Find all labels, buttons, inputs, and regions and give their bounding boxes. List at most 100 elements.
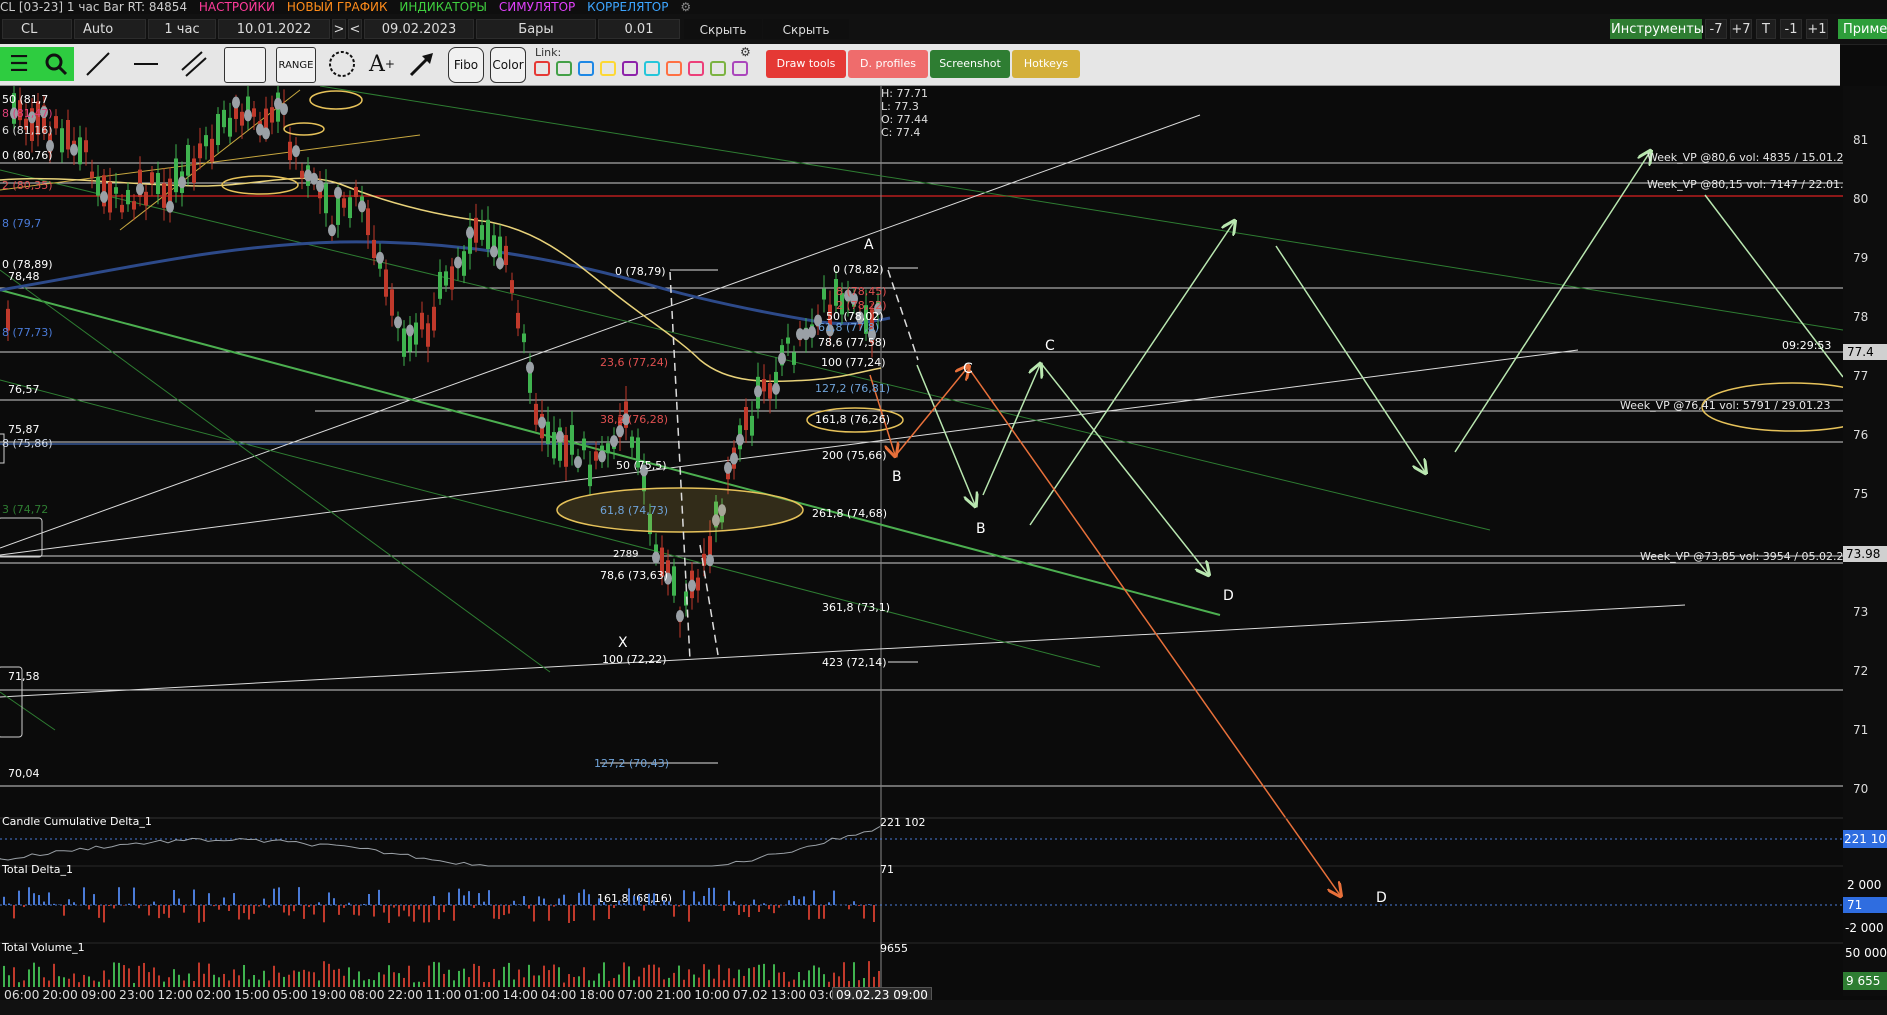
candles bbox=[6, 86, 880, 638]
hotkeys-button[interactable]: Hotkeys bbox=[1012, 50, 1080, 78]
draw-tools-button[interactable]: Draw tools bbox=[766, 50, 846, 78]
fibo-button[interactable]: Fibo bbox=[448, 47, 484, 83]
cluster-dot bbox=[676, 610, 684, 623]
last-price: 77.4 bbox=[1847, 345, 1874, 359]
hide-drawings-button[interactable]: Скрыть рис. bbox=[684, 19, 762, 57]
bottom-scrollbar[interactable] bbox=[0, 1000, 1887, 1015]
d-profiles-button[interactable]: D. profiles bbox=[848, 50, 928, 78]
candle-body bbox=[222, 109, 226, 128]
symbol-info: CL [03-23] 1 час Bar RT: 84854 bbox=[0, 0, 188, 14]
fibo-level-78-6: 78,6 (73,63) bbox=[600, 569, 668, 582]
candle-body bbox=[252, 108, 256, 117]
menu-simulator[interactable]: СИМУЛЯТОР bbox=[499, 0, 575, 14]
candle-body bbox=[438, 271, 442, 299]
nav-next-button[interactable]: > bbox=[332, 19, 346, 39]
price-chart[interactable]: X A B C C B D D H: 77.71 L: 77.3 O: 77.4… bbox=[0, 86, 1887, 996]
candle-body bbox=[792, 352, 796, 365]
timeframe-select[interactable]: 1 час bbox=[148, 19, 216, 39]
vp-price: 73.98 bbox=[1846, 547, 1880, 561]
nav-prev-button[interactable]: < bbox=[348, 19, 362, 39]
vp-label-2: Week_VP @80,15 vol: 7147 / 22.01.23 bbox=[1647, 178, 1857, 191]
fibo-level-38-2: 38,2 (76,28) bbox=[600, 413, 668, 426]
shift-plus7-button[interactable]: +7 bbox=[1730, 19, 1752, 39]
link-swatch[interactable] bbox=[644, 61, 660, 76]
candle-body bbox=[144, 191, 148, 206]
gear-icon[interactable]: ⚙ bbox=[680, 0, 691, 14]
cluster-dot bbox=[178, 176, 186, 189]
fibo-level-61-8: 61,8 (74,73) bbox=[600, 504, 668, 517]
menu-correlator[interactable]: КОРРЕЛЯТОР bbox=[587, 0, 668, 14]
link-swatch[interactable] bbox=[622, 61, 638, 76]
gear-link-icon[interactable]: ⚙ bbox=[740, 45, 751, 59]
date-from-field[interactable]: 10.01.2022 bbox=[218, 19, 330, 39]
fibo-r-261-8: 261,8 (74,68) bbox=[812, 507, 887, 520]
cluster-dot bbox=[556, 430, 564, 443]
apply-button[interactable]: Примен bbox=[1838, 19, 1887, 39]
link-swatch[interactable] bbox=[534, 61, 550, 76]
cluster-dot bbox=[316, 180, 324, 193]
range-button[interactable]: RANGE bbox=[276, 47, 316, 83]
link-swatch[interactable] bbox=[578, 61, 594, 76]
menu-icon[interactable]: ☰ bbox=[0, 47, 38, 81]
trend-line-icon[interactable] bbox=[80, 47, 116, 81]
candle-body bbox=[570, 425, 574, 455]
candle-body bbox=[390, 289, 394, 316]
title-bar: CL [03-23] 1 час Bar RT: 84854 НАСТРОЙКИ… bbox=[0, 0, 1887, 14]
today-button[interactable]: T bbox=[1756, 19, 1776, 39]
horizontal-line-icon[interactable] bbox=[128, 47, 164, 81]
text-tool-icon[interactable]: A + bbox=[364, 47, 400, 81]
link-swatch[interactable] bbox=[710, 61, 726, 76]
price-tick: 75 bbox=[1853, 487, 1868, 501]
link-swatch[interactable] bbox=[732, 61, 748, 76]
cluster-dot bbox=[232, 96, 240, 109]
date-to-field[interactable]: 09.02.2023 bbox=[364, 19, 474, 39]
cluster-dot bbox=[808, 326, 816, 339]
cluster-dot bbox=[406, 324, 414, 337]
cluster-dot bbox=[166, 200, 174, 213]
candle-body bbox=[162, 183, 166, 208]
left-label-4: 0 (80,76) bbox=[2, 149, 53, 162]
cluster-dot bbox=[598, 450, 606, 463]
tv-value: 9655 bbox=[880, 942, 908, 955]
left-label-3: 6 (81,16) bbox=[2, 124, 53, 137]
rectangle-icon[interactable] bbox=[224, 47, 266, 83]
candle-body bbox=[414, 322, 418, 345]
label-d-green: D bbox=[1223, 588, 1234, 604]
menu-new-chart[interactable]: НОВЫЙ ГРАФИК bbox=[287, 0, 388, 14]
arrow-icon[interactable] bbox=[404, 47, 440, 81]
link-swatch[interactable] bbox=[600, 61, 616, 76]
menu-indicators[interactable]: ИНДИКАТОРЫ bbox=[399, 0, 487, 14]
candle-body bbox=[552, 432, 556, 459]
link-swatch[interactable] bbox=[556, 61, 572, 76]
chart-type-select[interactable]: Бары bbox=[476, 19, 596, 39]
ellipse-icon[interactable] bbox=[324, 47, 360, 81]
candle-body bbox=[750, 415, 754, 436]
menu-settings[interactable]: НАСТРОЙКИ bbox=[199, 0, 275, 14]
shift-minus1-button[interactable]: -1 bbox=[1780, 19, 1802, 39]
shift-minus7-button[interactable]: -7 bbox=[1705, 19, 1727, 39]
hide-lines-button[interactable]: Скрыть линии bbox=[763, 19, 849, 57]
search-icon[interactable] bbox=[38, 47, 74, 81]
step-field[interactable]: 0.01 bbox=[598, 19, 680, 39]
td-value: 71 bbox=[880, 863, 894, 876]
fibo-level-127-2: 127,2 (70,43) bbox=[594, 757, 669, 770]
left-label-15: 70,04 bbox=[8, 767, 40, 780]
td-badge-value: 71 bbox=[1847, 898, 1862, 912]
price-tick: 70 bbox=[1853, 782, 1868, 796]
fibo-r-161-8: 161,8 (76,26) bbox=[815, 413, 890, 426]
link-swatch[interactable] bbox=[666, 61, 682, 76]
ohlc-low: L: 77.3 bbox=[881, 100, 919, 113]
candle-body bbox=[120, 204, 124, 213]
channel-icon[interactable] bbox=[176, 47, 212, 81]
drawing-toolbar: ☰ RANGE A + Fibo Color Link: ⚙ Draw tools… bbox=[0, 44, 1840, 86]
symbol-select[interactable]: CL bbox=[2, 19, 72, 39]
link-swatch[interactable] bbox=[688, 61, 704, 76]
screenshot-button[interactable]: Screenshot bbox=[930, 50, 1010, 78]
candle-body bbox=[96, 176, 100, 196]
cluster-dot bbox=[724, 461, 732, 474]
shift-plus1-button[interactable]: +1 bbox=[1806, 19, 1828, 39]
scale-mode-select[interactable]: Auto bbox=[74, 19, 146, 39]
cluster-dot bbox=[358, 200, 366, 213]
color-button[interactable]: Color bbox=[490, 47, 526, 83]
tools-button[interactable]: Инструменты bbox=[1610, 19, 1704, 39]
